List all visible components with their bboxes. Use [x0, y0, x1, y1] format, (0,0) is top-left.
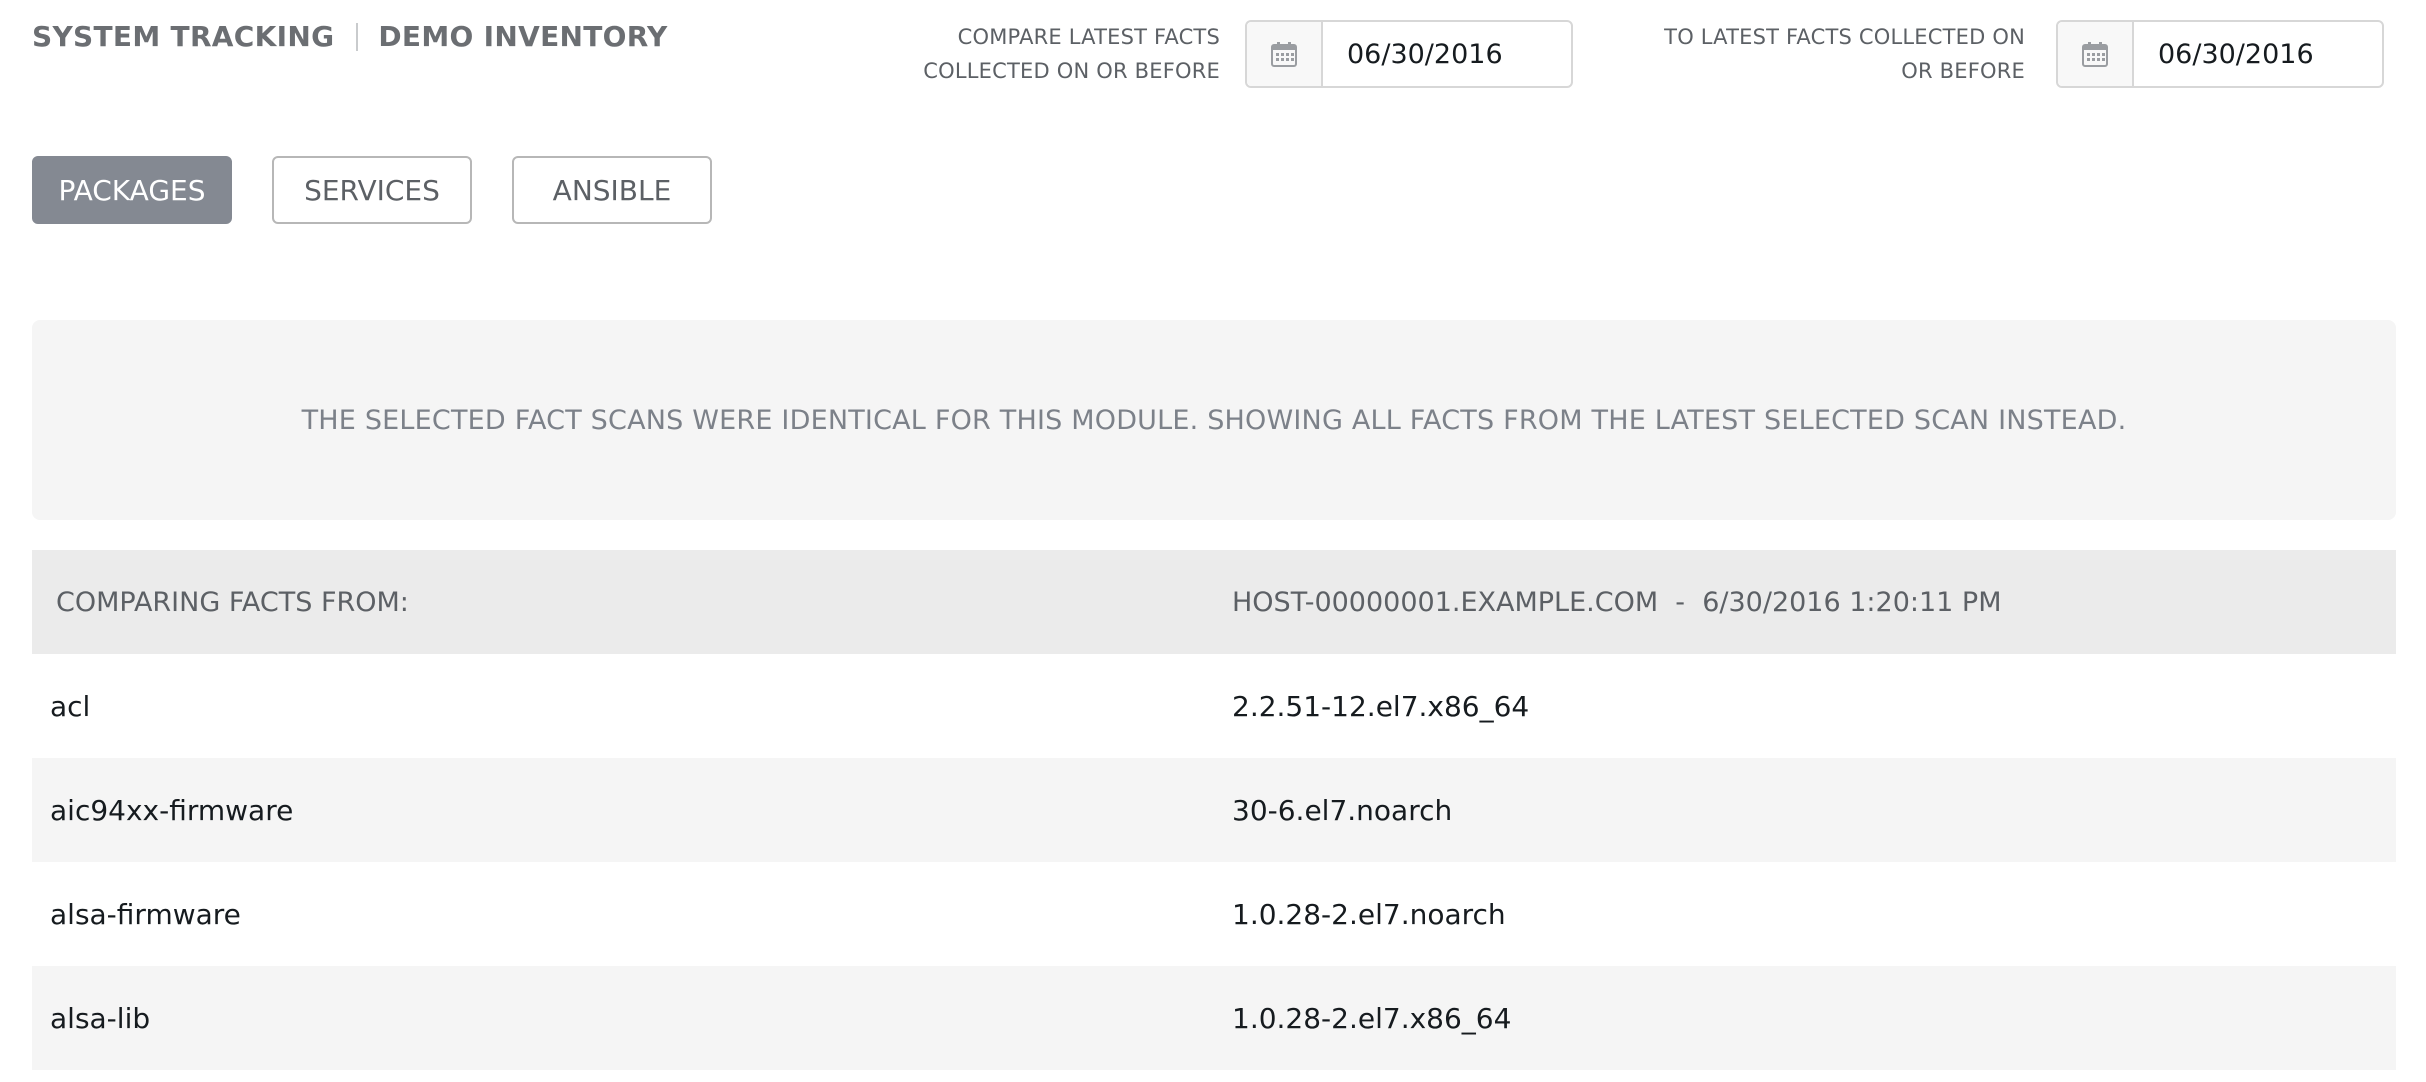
to-calendar-button[interactable] — [2058, 22, 2134, 86]
table-row: alsa-firmware 1.0.28-2.el7.noarch — [32, 862, 2396, 966]
calendar-icon — [2082, 42, 2108, 67]
compare-date-input[interactable] — [1323, 22, 1571, 86]
compare-date-label: COMPARE LATEST FACTS COLLECTED ON OR BEF… — [923, 25, 1220, 83]
package-version: 2.2.51-12.el7.x86_64 — [1232, 654, 2396, 758]
compare-date-picker[interactable] — [1245, 20, 1573, 88]
module-tabs: PACKAGES SERVICES ANSIBLE — [32, 156, 752, 224]
section-title: SYSTEM TRACKING — [32, 20, 335, 53]
package-name: aic94xx-firmware — [32, 758, 1232, 862]
package-version: 1.0.28-2.el7.noarch — [1232, 862, 2396, 966]
compare-calendar-button[interactable] — [1247, 22, 1323, 86]
to-date-input[interactable] — [2134, 22, 2382, 86]
table-row: aic94xx-firmware 30-6.el7.noarch — [32, 758, 2396, 862]
page-title: SYSTEM TRACKING DEMO INVENTORY — [32, 20, 668, 53]
inventory-name: DEMO INVENTORY — [378, 20, 668, 53]
package-version: 30-6.el7.noarch — [1232, 758, 2396, 862]
title-divider — [356, 22, 359, 51]
to-date-label: TO LATEST FACTS COLLECTED ON OR BEFORE — [1664, 25, 2025, 83]
host-scan-header: HOST-00000001.EXAMPLE.COM - 6/30/2016 1:… — [1232, 550, 2396, 654]
tab-services[interactable]: SERVICES — [272, 156, 472, 224]
system-tracking-page: SYSTEM TRACKING DEMO INVENTORY COMPARE L… — [0, 0, 2426, 1082]
calendar-icon — [1271, 42, 1297, 67]
package-name: alsa-lib — [32, 966, 1232, 1070]
package-name: acl — [32, 654, 1232, 758]
tab-ansible[interactable]: ANSIBLE — [512, 156, 712, 224]
comparing-facts-header: COMPARING FACTS FROM: — [32, 550, 1232, 654]
identical-scans-notice: THE SELECTED FACT SCANS WERE IDENTICAL F… — [32, 320, 2396, 520]
tab-packages[interactable]: PACKAGES — [32, 156, 232, 224]
to-date-picker[interactable] — [2056, 20, 2384, 88]
table-row: acl 2.2.51-12.el7.x86_64 — [32, 654, 2396, 758]
table-header-row: COMPARING FACTS FROM: HOST-00000001.EXAM… — [32, 550, 2396, 654]
package-version: 1.0.28-2.el7.x86_64 — [1232, 966, 2396, 1070]
facts-table: COMPARING FACTS FROM: HOST-00000001.EXAM… — [32, 550, 2396, 1070]
package-name: alsa-firmware — [32, 862, 1232, 966]
table-row: alsa-lib 1.0.28-2.el7.x86_64 — [32, 966, 2396, 1070]
